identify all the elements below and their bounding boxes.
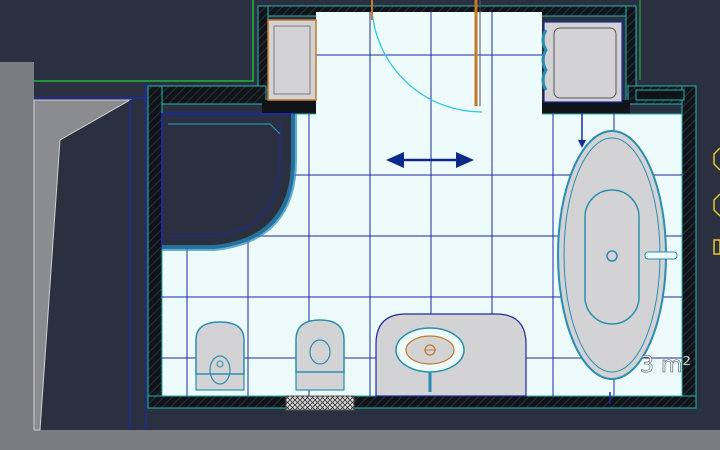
wall-vent (635, 89, 685, 101)
cabinet-left[interactable] (267, 19, 317, 101)
floor-plan-drawing[interactable]: 3 m² (0, 0, 720, 450)
area-label: 3 m² (640, 353, 691, 378)
threshold (285, 395, 355, 411)
cabinet-right[interactable] (541, 21, 623, 103)
annotation-marks (713, 147, 720, 255)
cad-canvas[interactable]: 3 m² (0, 0, 720, 450)
bidet[interactable] (195, 321, 245, 391)
toilet[interactable] (295, 319, 345, 391)
sink-vanity[interactable] (375, 313, 527, 397)
